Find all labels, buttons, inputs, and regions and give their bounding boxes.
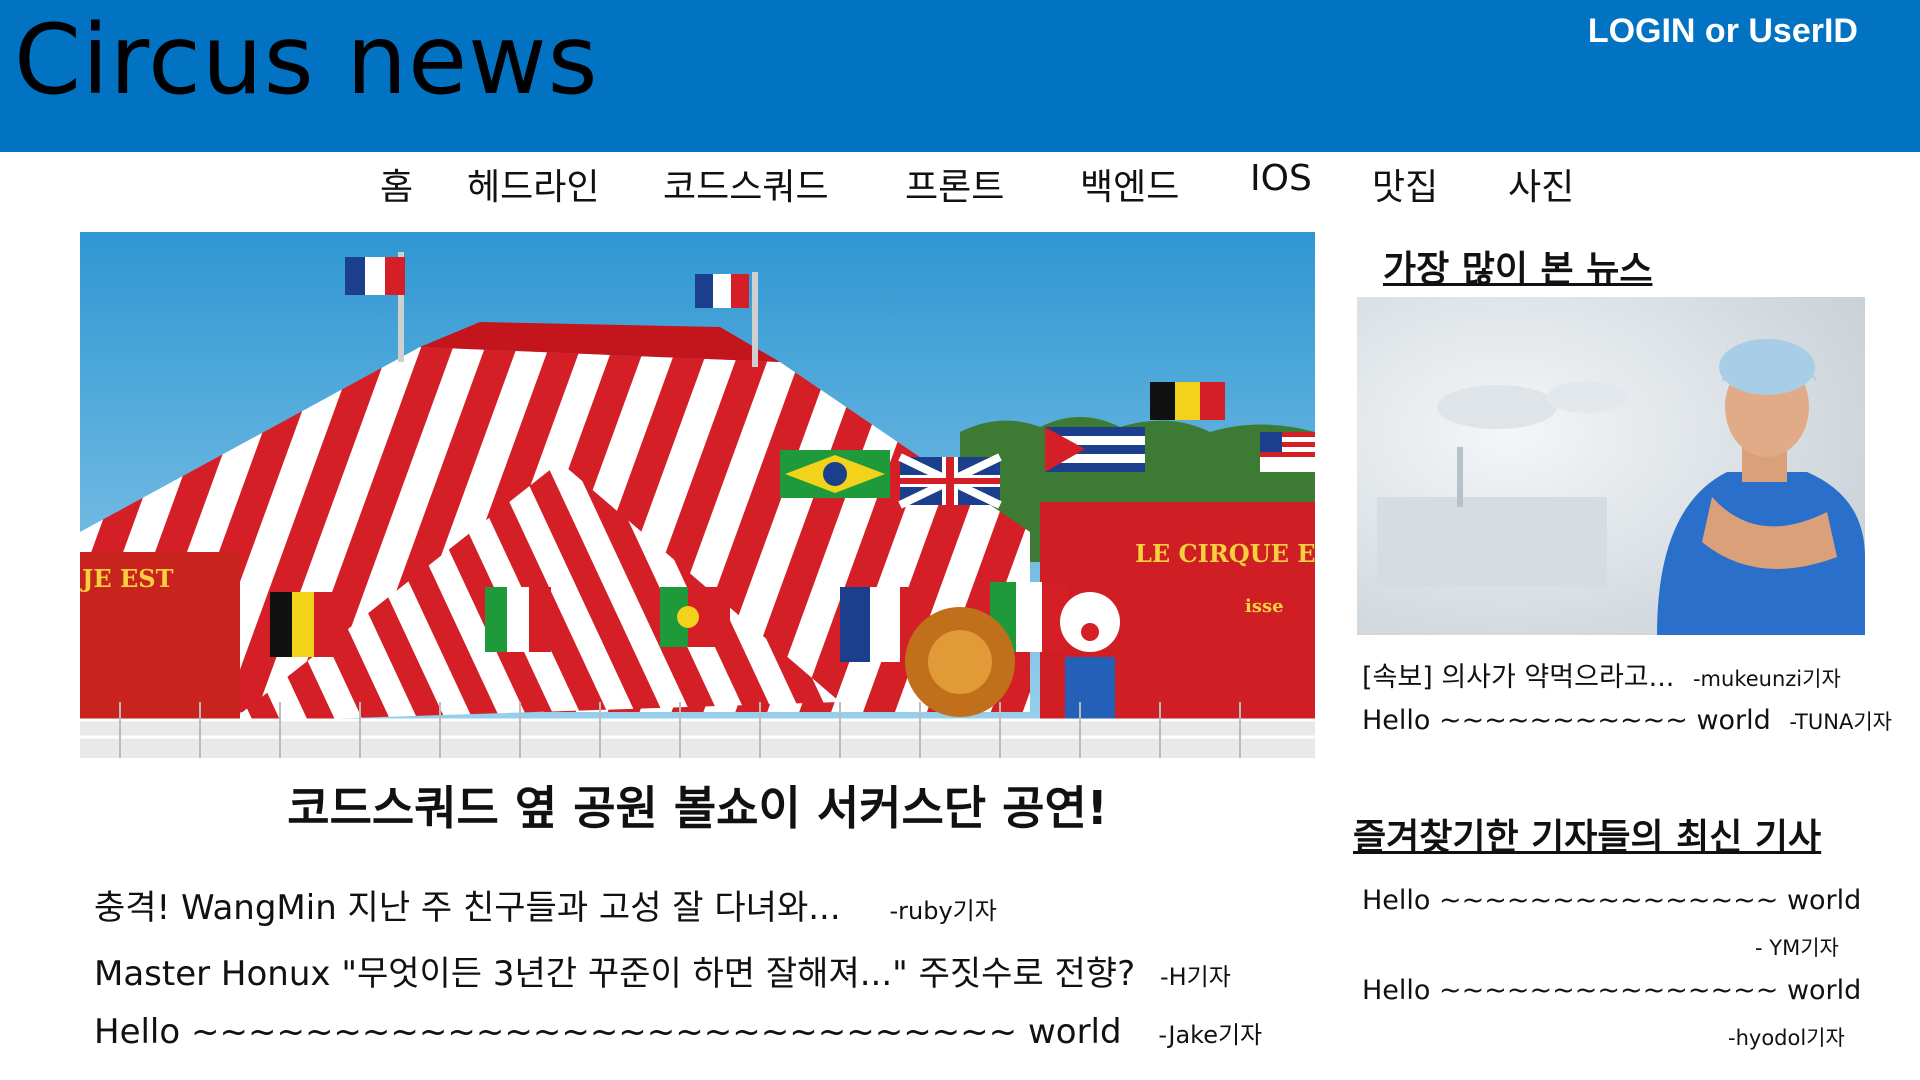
favorite-item-title: Hello ~~~~~~~~~~~~~~~ world: [1362, 885, 1862, 916]
main-headline[interactable]: 코드스쿼드 옆 공원 볼쇼이 서커스단 공연!: [80, 772, 1315, 838]
nav-item-photo[interactable]: 사진: [1508, 158, 1574, 210]
favorites-title: 즐겨찾기한 기자들의 최신 기사: [1353, 817, 1822, 858]
main-nav: 홈 헤드라인 코드스쿼드 프론트 백엔드 IOS 맛집 사진: [0, 158, 1920, 208]
circus-tent-photo-icon: LE CIRQUE EST isse JE EST: [80, 232, 1315, 758]
article-title: Master Honux "무엇이든 3년간 꾸준이 하면 잘해져..." 주짓…: [94, 954, 1136, 994]
favorite-item[interactable]: Hello ~~~~~~~~~~~~~~~ world: [1362, 975, 1861, 1006]
article-title: 충격! WangMin 지난 주 친구들과 고성 잘 다녀와...: [94, 888, 841, 928]
article-item[interactable]: Master Honux "무엇이든 3년간 꾸준이 하면 잘해져..." 주짓…: [94, 946, 1231, 995]
most-viewed-title: 가장 많이 본 뉴스: [1383, 249, 1653, 290]
nav-item-front[interactable]: 프론트: [905, 158, 1004, 210]
favorite-item-title: Hello ~~~~~~~~~~~~~~~ world: [1362, 975, 1862, 1006]
site-title[interactable]: Circus news: [14, 7, 599, 114]
article-item[interactable]: Hello ~~~~~~~~~~~~~~~~~~~~~~~~~~~~~ worl…: [94, 1012, 1262, 1052]
doctor-photo-icon: [1357, 297, 1865, 635]
favorite-item[interactable]: Hello ~~~~~~~~~~~~~~~ world: [1362, 885, 1861, 916]
article-title: Hello ~~~~~~~~~~~~~~~~~~~~~~~~~~~~~ worl…: [94, 1012, 1122, 1052]
nav-item-food[interactable]: 맛집: [1372, 158, 1438, 210]
article-author: -H기자: [1159, 963, 1231, 991]
article-item[interactable]: 충격! WangMin 지난 주 친구들과 고성 잘 다녀와... -ruby기…: [94, 880, 997, 929]
nav-item-backend[interactable]: 백엔드: [1080, 158, 1179, 210]
most-viewed-item-title: Hello ~~~~~~~~~~~ world: [1362, 705, 1771, 736]
article-author: -Jake기자: [1158, 1021, 1263, 1049]
login-link[interactable]: LOGIN or UserID: [1588, 12, 1858, 51]
most-viewed-item[interactable]: Hello ~~~~~~~~~~~ world -TUNA기자: [1362, 705, 1892, 736]
most-viewed-item-title: [속보] 의사가 약먹으라고...: [1362, 662, 1675, 693]
nav-item-home[interactable]: 홈: [380, 158, 413, 210]
article-author: -ruby기자: [889, 897, 997, 925]
nav-item-headline[interactable]: 헤드라인: [467, 158, 599, 210]
most-viewed-item[interactable]: [속보] 의사가 약먹으라고... -mukeunzi기자: [1362, 655, 1841, 694]
hero-sign-small: isse: [1245, 596, 1284, 617]
site-header: Circus news LOGIN or UserID: [0, 0, 1920, 152]
favorite-item-author: -hyodol기자: [1728, 1026, 1845, 1050]
most-viewed-item-author: -mukeunzi기자: [1692, 667, 1841, 691]
most-viewed-image[interactable]: [1357, 297, 1865, 635]
nav-item-codesquad[interactable]: 코드스쿼드: [663, 158, 829, 210]
hero-image[interactable]: LE CIRQUE EST isse JE EST: [80, 232, 1315, 758]
hero-sign-right: LE CIRQUE EST: [1135, 539, 1315, 568]
hero-sign-left: JE EST: [80, 564, 174, 593]
favorite-item-author: - YM기자: [1755, 936, 1839, 960]
nav-item-ios[interactable]: IOS: [1250, 158, 1312, 199]
most-viewed-item-author: -TUNA기자: [1789, 710, 1892, 734]
